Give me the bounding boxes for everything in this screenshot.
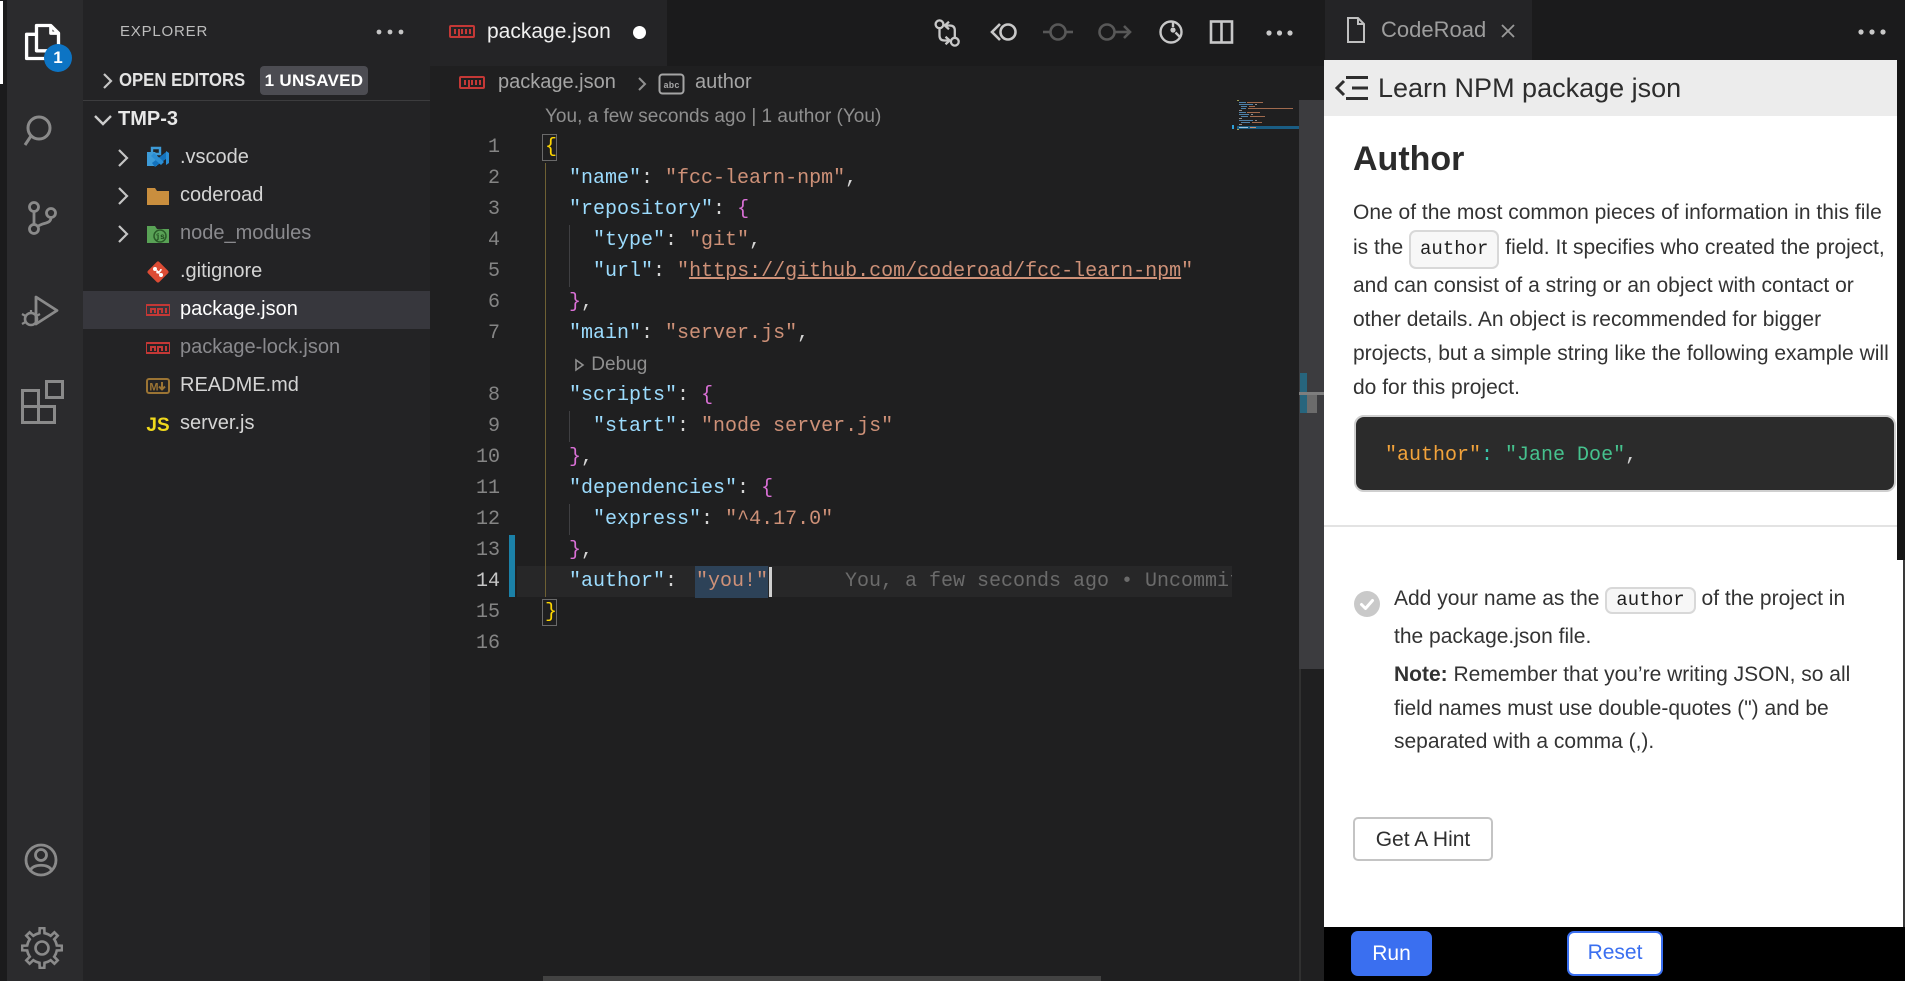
svg-text:JS: JS — [146, 415, 169, 436]
svg-text:js: js — [155, 233, 165, 242]
svg-text:M: M — [149, 382, 158, 394]
